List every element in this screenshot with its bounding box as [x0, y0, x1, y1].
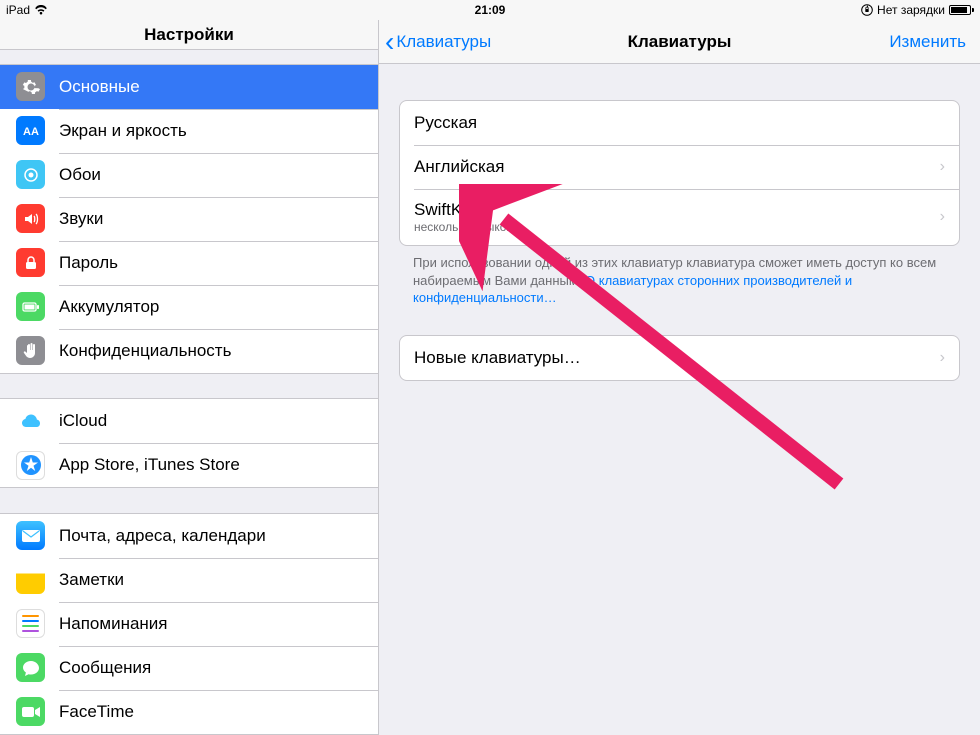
edit-button[interactable]: Изменить	[889, 32, 980, 52]
keyboard-label: Русская	[414, 113, 477, 133]
third-party-keyboards-note: При использовании одной из этих клавиату…	[399, 246, 960, 307]
sidebar-item-label: Аккумулятор	[59, 297, 159, 317]
sidebar-item-label: Напоминания	[59, 614, 168, 634]
chevron-right-icon: ›	[940, 349, 945, 367]
sidebar-item-display[interactable]: AA Экран и яркость	[0, 109, 378, 153]
hand-icon	[16, 336, 45, 365]
reminders-icon	[16, 609, 45, 638]
sidebar-group-apps: Почта, адреса, календари Заметки Напомин…	[0, 513, 378, 735]
status-bar: iPad 21:09 Нет зарядки	[0, 0, 980, 20]
device-name: iPad	[6, 3, 30, 17]
sidebar-header: Настройки	[0, 20, 378, 50]
page-title: Клавиатуры	[628, 32, 732, 52]
notes-icon	[16, 565, 45, 594]
settings-sidebar: Настройки Основные AA Экран и яркость О	[0, 20, 379, 735]
chevron-right-icon: ›	[940, 158, 945, 176]
chevron-right-icon: ›	[940, 208, 945, 226]
keyboard-row-swiftkey[interactable]: SwiftKey несколько языков ›	[400, 189, 959, 245]
chevron-left-icon: ‹	[385, 28, 394, 56]
sidebar-item-messages[interactable]: Сообщения	[0, 646, 378, 690]
battery-app-icon	[16, 292, 45, 321]
sidebar-group-accounts: iCloud App Store, iTunes Store	[0, 398, 378, 488]
facetime-icon	[16, 697, 45, 726]
sidebar-title: Настройки	[144, 25, 234, 45]
sidebar-item-label: Звуки	[59, 209, 103, 229]
sidebar-item-label: Почта, адреса, календари	[59, 526, 266, 546]
add-keyboard-label: Новые клавиатуры…	[414, 348, 581, 368]
sidebar-item-battery[interactable]: Аккумулятор	[0, 285, 378, 329]
detail-navbar: ‹ Клавиатуры Клавиатуры Изменить	[379, 20, 980, 64]
detail-pane: ‹ Клавиатуры Клавиатуры Изменить Русская…	[379, 20, 980, 735]
sidebar-item-wallpaper[interactable]: Обои	[0, 153, 378, 197]
keyboard-sublabel: несколько языков	[414, 220, 513, 234]
add-keyboard-row[interactable]: Новые клавиатуры… ›	[400, 336, 959, 380]
display-icon: AA	[16, 116, 45, 145]
sidebar-item-passcode[interactable]: Пароль	[0, 241, 378, 285]
appstore-icon	[16, 451, 45, 480]
sidebar-item-icloud[interactable]: iCloud	[0, 399, 378, 443]
sidebar-item-label: iCloud	[59, 411, 107, 431]
sidebar-item-general[interactable]: Основные	[0, 65, 378, 109]
sidebar-item-appstore[interactable]: App Store, iTunes Store	[0, 443, 378, 487]
keyboard-row-english[interactable]: Английская ›	[400, 145, 959, 189]
messages-icon	[16, 653, 45, 682]
sidebar-item-facetime[interactable]: FaceTime	[0, 690, 378, 734]
wifi-icon	[34, 5, 48, 15]
sidebar-item-label: Экран и яркость	[59, 121, 187, 141]
sidebar-item-privacy[interactable]: Конфиденциальность	[0, 329, 378, 373]
svg-text:AA: AA	[23, 126, 39, 138]
lock-icon	[16, 248, 45, 277]
sidebar-item-label: Основные	[59, 77, 140, 97]
sidebar-item-label: FaceTime	[59, 702, 134, 722]
back-label: Клавиатуры	[396, 32, 491, 52]
sidebar-item-notes[interactable]: Заметки	[0, 558, 378, 602]
sidebar-item-mail[interactable]: Почта, адреса, календари	[0, 514, 378, 558]
gear-icon	[16, 72, 45, 101]
sounds-icon	[16, 204, 45, 233]
battery-status-text: Нет зарядки	[877, 3, 945, 17]
cloud-icon	[16, 407, 45, 436]
keyboard-row-russian[interactable]: Русская	[400, 101, 959, 145]
sidebar-group-device: Основные AA Экран и яркость Обои Звуки	[0, 64, 378, 374]
sidebar-item-label: Пароль	[59, 253, 118, 273]
battery-icon	[949, 5, 974, 15]
sidebar-item-reminders[interactable]: Напоминания	[0, 602, 378, 646]
keyboard-label: Английская	[414, 157, 504, 177]
back-button[interactable]: ‹ Клавиатуры	[379, 28, 491, 56]
sidebar-item-label: App Store, iTunes Store	[59, 455, 240, 475]
sidebar-item-label: Обои	[59, 165, 101, 185]
sidebar-item-sounds[interactable]: Звуки	[0, 197, 378, 241]
rotation-lock-icon	[861, 4, 873, 16]
wallpaper-icon	[16, 160, 45, 189]
sidebar-item-label: Конфиденциальность	[59, 341, 231, 361]
keyboard-label: SwiftKey	[414, 200, 480, 220]
keyboards-list: Русская Английская › SwiftKey несколько …	[399, 100, 960, 246]
sidebar-item-label: Сообщения	[59, 658, 151, 678]
add-keyboard-card: Новые клавиатуры… ›	[399, 335, 960, 381]
mail-icon	[16, 521, 45, 550]
sidebar-item-label: Заметки	[59, 570, 124, 590]
clock: 21:09	[475, 3, 506, 17]
